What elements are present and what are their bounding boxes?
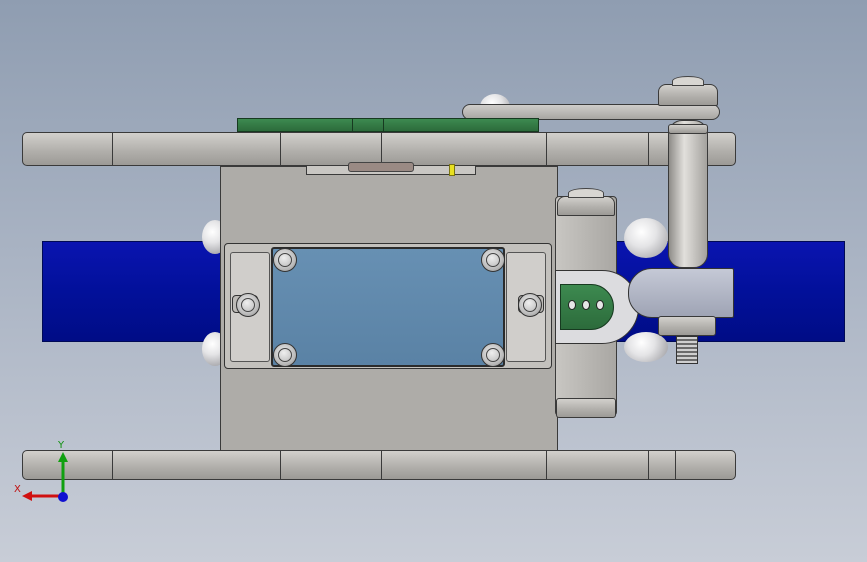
bottom-plate[interactable] (22, 450, 736, 480)
sensor-window[interactable] (271, 247, 505, 367)
top-plate-seam (280, 133, 281, 165)
bracket-hole-icon (568, 300, 576, 310)
window-screw-icon[interactable] (273, 248, 297, 272)
cam-follower-housing[interactable] (628, 268, 734, 318)
threaded-stud (676, 336, 698, 364)
top-plate-seam (648, 133, 649, 165)
top-plate[interactable] (22, 132, 736, 166)
top-plate-seam (546, 133, 547, 165)
bracket-hole-icon (596, 300, 604, 310)
hex-nut-icon[interactable] (556, 398, 616, 418)
bottom-plate-seam (112, 451, 113, 479)
window-screw-icon[interactable] (481, 343, 505, 367)
window-screw-icon[interactable] (481, 248, 505, 272)
axis-y-label: Y (58, 440, 65, 451)
pcb-divider (383, 118, 384, 132)
bottom-plate-seam (648, 451, 649, 479)
bottom-plate-seam (280, 451, 281, 479)
roller-ball-right-lower[interactable] (624, 332, 668, 362)
mount-screw-icon[interactable] (518, 293, 542, 317)
side-clamp-screw-icon (568, 188, 604, 198)
window-screw-icon[interactable] (273, 343, 297, 367)
pcb-strip (237, 118, 539, 132)
lever-pivot-cap[interactable] (658, 84, 718, 106)
axis-x-label: X (14, 484, 21, 495)
side-clamp-cap (557, 196, 615, 216)
yellow-wire (449, 164, 455, 176)
pcb-divider (352, 118, 353, 132)
top-plate-seam (112, 133, 113, 165)
roller-ball-right-upper[interactable] (624, 218, 668, 258)
top-plate-seam (381, 133, 382, 165)
bottom-plate-seam (675, 451, 676, 479)
pivot-post[interactable] (668, 120, 708, 268)
hex-nut-icon[interactable] (658, 316, 716, 336)
mount-screw-icon[interactable] (236, 293, 260, 317)
xyz-axis-triad-icon: Y X (12, 440, 76, 508)
lever-pivot-screw-icon (672, 76, 704, 86)
bottom-plate-seam (381, 451, 382, 479)
bottom-plate-seam (546, 451, 547, 479)
blue-band-left[interactable] (42, 241, 232, 342)
bracket-hole-icon (582, 300, 590, 310)
cable-grommet (348, 162, 414, 172)
post-collar (668, 124, 708, 134)
